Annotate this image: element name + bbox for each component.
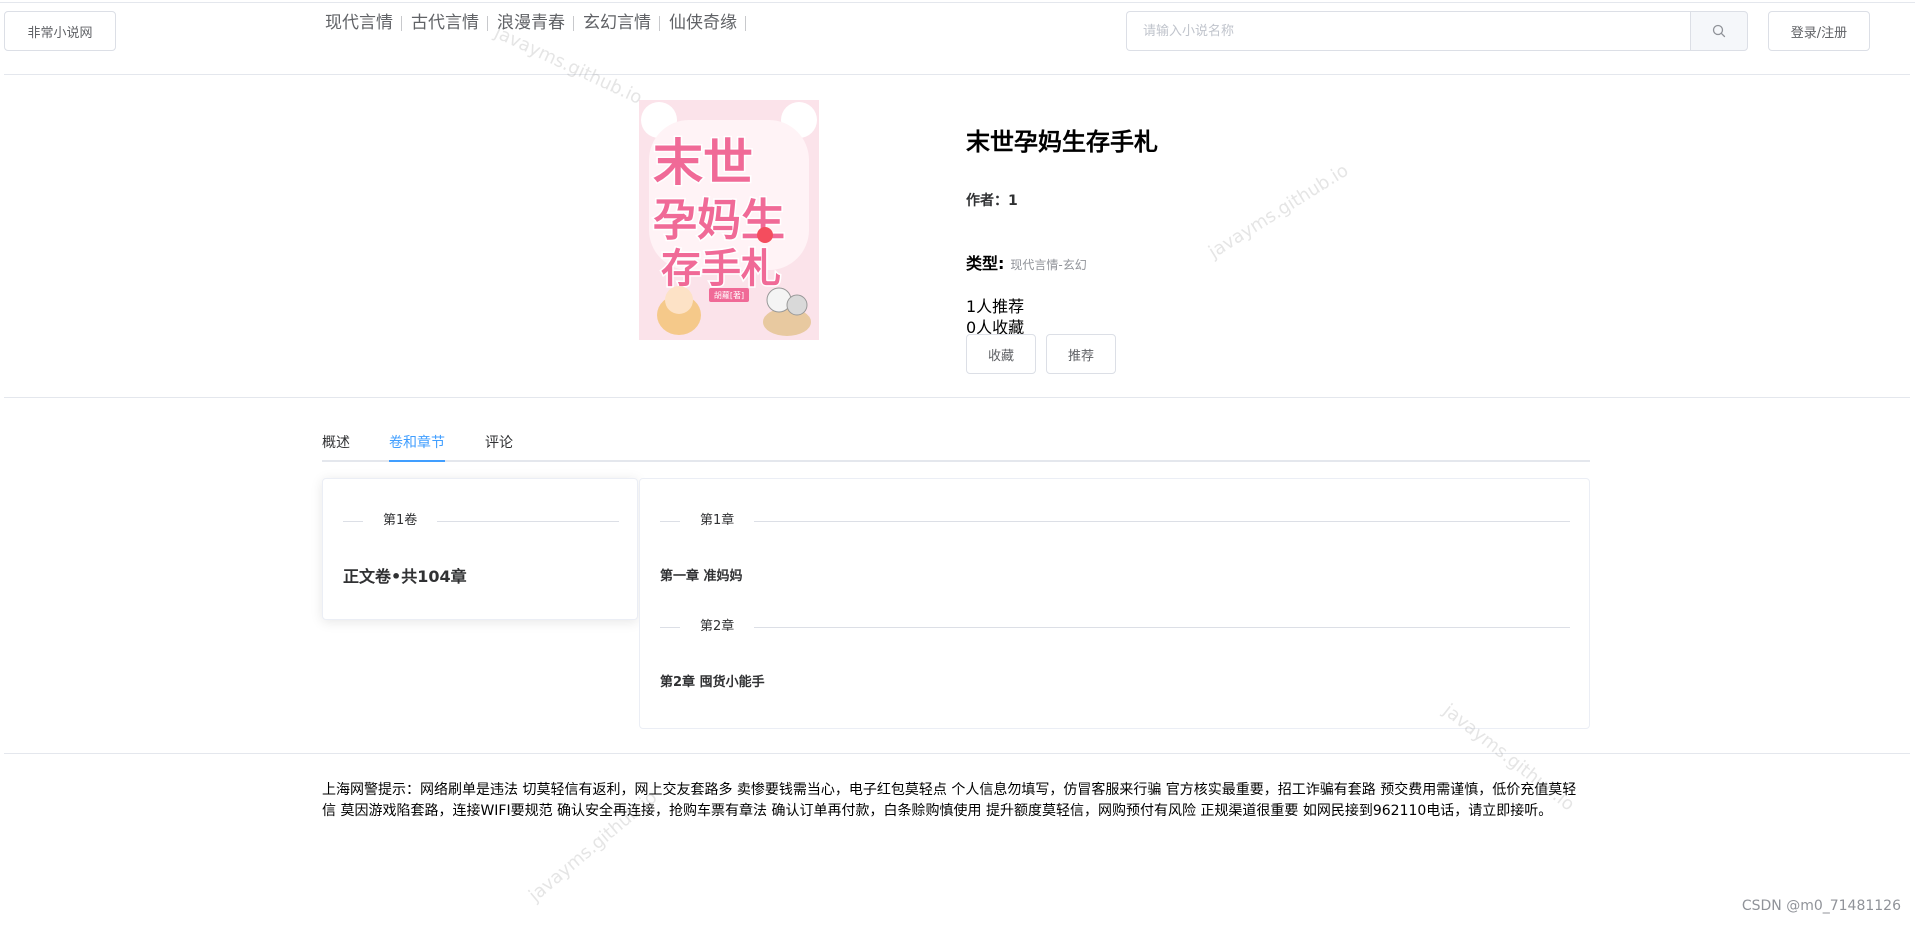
police-notice: 上海网警提示：网络刷单是违法 切莫轻信有返利，网上交友套路多 卖惨要钱需当心，电… bbox=[322, 782, 1577, 819]
tab-overview[interactable]: 概述 bbox=[322, 432, 350, 462]
author-label: 作者： bbox=[966, 193, 1008, 209]
footer-divider bbox=[4, 753, 1910, 754]
tab-comments[interactable]: 评论 bbox=[485, 432, 513, 462]
category-nav: 现代言情 古代言情 浪漫青春 玄幻言情 仙侠奇缘 bbox=[325, 12, 746, 34]
nav-item-ancient-romance[interactable]: 古代言情 bbox=[402, 12, 488, 34]
login-register-button[interactable]: 登录/注册 bbox=[1768, 11, 1870, 51]
chapter-link[interactable]: 第2章 囤货小能手 bbox=[660, 671, 765, 690]
cover-title-line1: 末世 bbox=[653, 134, 753, 192]
chapter-divider-line bbox=[660, 521, 1570, 522]
top-border bbox=[0, 2, 1915, 3]
search-bar bbox=[1126, 11, 1748, 51]
book-title: 末世孕妈生存手札 bbox=[966, 128, 1158, 156]
search-button[interactable] bbox=[1690, 11, 1748, 51]
type-value: 现代言情-玄幻 bbox=[1010, 258, 1087, 272]
favorite-button[interactable]: 收藏 bbox=[966, 334, 1036, 374]
nav-item-xianxia[interactable]: 仙侠奇缘 bbox=[660, 12, 746, 34]
chapter-divider-line bbox=[660, 627, 1570, 628]
nav-item-youth[interactable]: 浪漫青春 bbox=[488, 12, 574, 34]
watermark: javayms.github.io bbox=[1205, 159, 1353, 263]
watermark: javayms.github.io bbox=[491, 22, 646, 109]
book-info-divider bbox=[4, 397, 1910, 398]
tab-volumes-chapters[interactable]: 卷和章节 bbox=[389, 432, 445, 462]
book-cover: 末世 孕妈生 存手札 胡蘿[著] bbox=[639, 100, 819, 340]
book-type: 类型: 现代言情-玄幻 bbox=[966, 250, 1087, 274]
volume-card: 第1卷 正文卷•共104章 bbox=[322, 478, 638, 620]
svg-text:胡蘿[著]: 胡蘿[著] bbox=[714, 290, 744, 300]
nav-item-fantasy-romance[interactable]: 玄幻言情 bbox=[574, 12, 660, 34]
header-divider bbox=[4, 74, 1910, 75]
chapter-card: 第1章 第一章 准妈妈 第2章 第2章 囤货小能手 bbox=[639, 478, 1590, 729]
chapter-link[interactable]: 第一章 准妈妈 bbox=[660, 565, 743, 584]
search-icon bbox=[1712, 24, 1726, 38]
csdn-credit: CSDN @m0_71481126 bbox=[1741, 898, 1901, 914]
chapter-divider-label: 第1章 bbox=[680, 513, 755, 529]
cover-title-line3: 存手札 bbox=[661, 246, 781, 292]
author-value: 1 bbox=[1008, 193, 1018, 209]
search-input[interactable] bbox=[1126, 11, 1690, 51]
nav-item-modern-romance[interactable]: 现代言情 bbox=[325, 12, 402, 34]
type-label: 类型: bbox=[966, 254, 1005, 273]
detail-tabs: 概述 卷和章节 评论 bbox=[322, 432, 1590, 462]
recommend-button[interactable]: 推荐 bbox=[1046, 334, 1116, 374]
book-author: 作者：1 bbox=[966, 190, 1018, 210]
site-name-button[interactable]: 非常小说网 bbox=[4, 11, 116, 51]
volume-divider-label: 第1卷 bbox=[363, 513, 438, 529]
chapter-divider-label: 第2章 bbox=[680, 619, 755, 635]
volume-summary[interactable]: 正文卷•共104章 bbox=[343, 563, 467, 587]
